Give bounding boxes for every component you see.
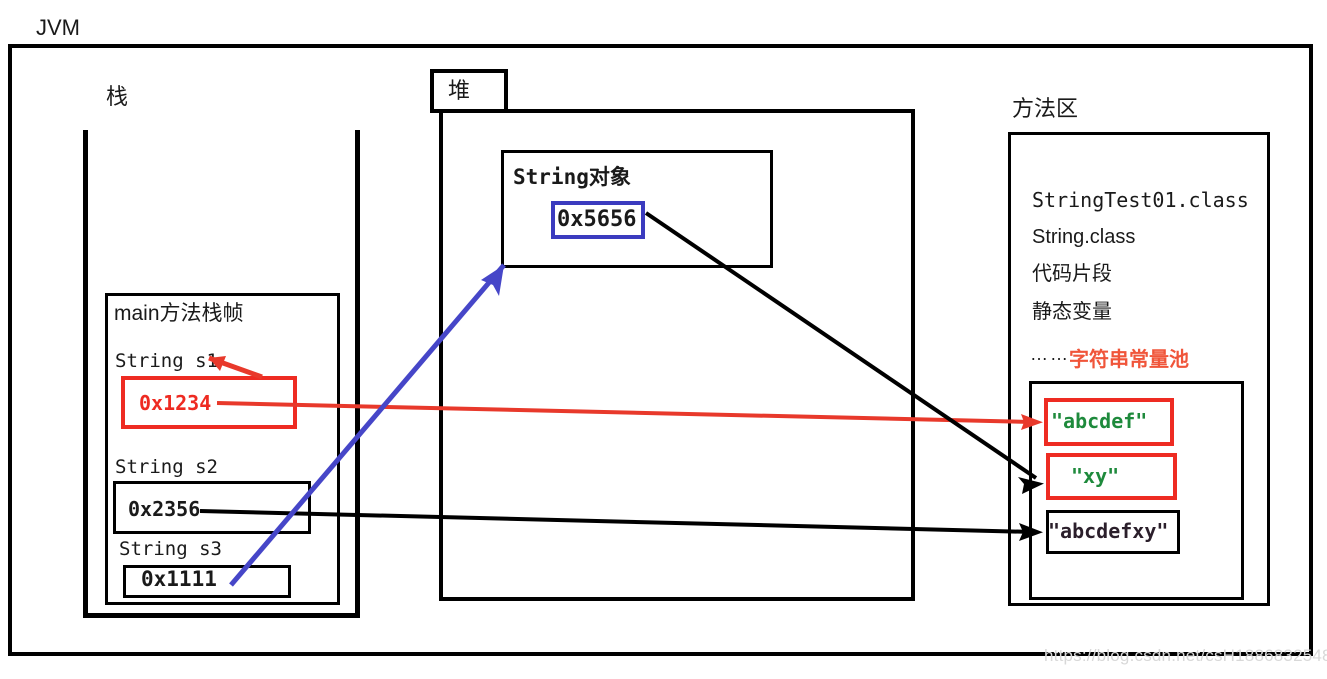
constant-pool-item-1: "xy" bbox=[1071, 464, 1120, 488]
variable-declaration-s2: String s2 bbox=[115, 456, 218, 478]
heap-string-object-title: String对象 bbox=[513, 165, 631, 189]
variable-value-s1: 0x1234 bbox=[139, 391, 212, 415]
constant-pool-item-2: "abcdefxy" bbox=[1048, 519, 1169, 543]
constant-pool-label: 字符串常量池 bbox=[1069, 349, 1189, 371]
stack-region-label: 栈 bbox=[106, 84, 129, 109]
heap-string-object-address: 0x5656 bbox=[557, 207, 637, 232]
method-area-entry-2: 代码片段 bbox=[1032, 263, 1112, 285]
constant-pool-item-0: "abcdef" bbox=[1051, 409, 1148, 433]
method-area-entry-0: StringTest01.class bbox=[1032, 188, 1249, 212]
variable-declaration-s3: String s3 bbox=[119, 538, 222, 560]
variable-value-s2: 0x2356 bbox=[128, 497, 201, 521]
variable-declaration-s1: String s1 bbox=[115, 350, 218, 372]
method-area-entry-1: String.class bbox=[1032, 226, 1136, 248]
method-area-ellipsis: …… bbox=[1030, 344, 1070, 364]
variable-value-s3: 0x1111 bbox=[141, 567, 217, 591]
main-stack-frame-title: main方法栈帧 bbox=[114, 302, 244, 325]
heap-region-label: 堆 bbox=[448, 78, 471, 103]
method-area-entry-3: 静态变量 bbox=[1032, 301, 1112, 323]
watermark: https://blog.csdn.net/csH18868325485 bbox=[1044, 646, 1327, 665]
diagram-canvas: JVM 栈 main方法栈帧 String s1 0x1234 String s… bbox=[0, 0, 1327, 679]
method-area-label: 方法区 bbox=[1012, 96, 1079, 121]
jvm-title: JVM bbox=[36, 15, 80, 40]
